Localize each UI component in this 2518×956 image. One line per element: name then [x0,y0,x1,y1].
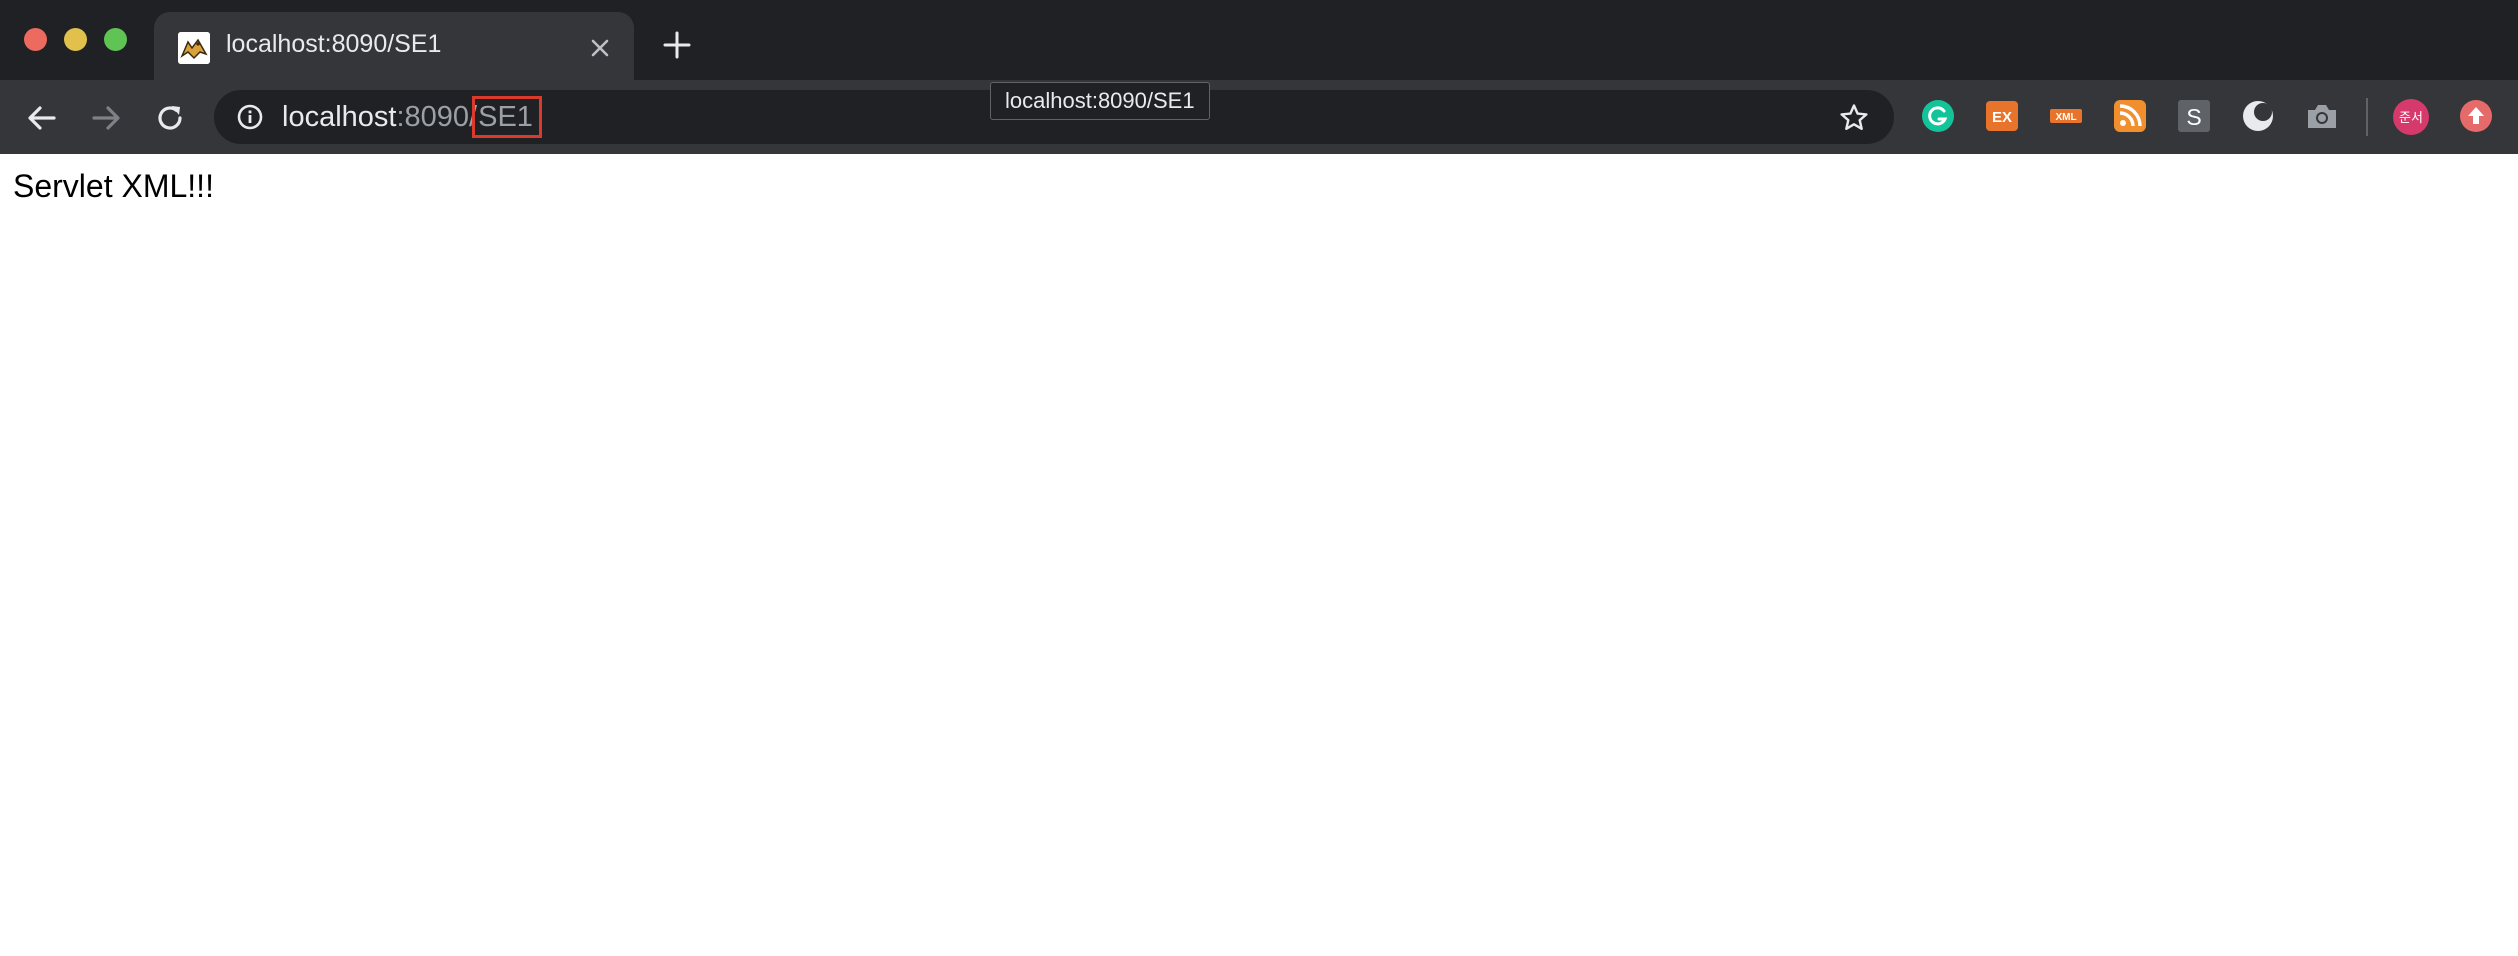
window-maximize-button[interactable] [104,28,127,51]
ex-extension-label: EX [1992,109,2012,126]
s-extension-label: S [2186,104,2201,130]
url-host: localhost [282,101,397,133]
tomcat-icon [178,32,210,64]
browser-chrome: localhost:8090/SE1 localhost:8090/SE1 EX… [0,0,2518,154]
page-body-text: Servlet XML!!! [13,168,214,204]
toolbar: localhost:8090/SE1 EX XML S 준서 [0,80,2518,154]
s-extension-icon[interactable]: S [2176,98,2212,134]
ex-extension-icon[interactable]: EX [1984,98,2020,134]
tab-title: localhost:8090/SE1 [226,30,442,58]
url-port: :8090/ [396,101,478,133]
forward-button[interactable] [86,98,126,138]
tab-close-icon[interactable] [586,34,614,62]
tab-strip: localhost:8090/SE1 [0,0,2518,80]
profile-avatar[interactable]: 준서 [2392,98,2429,135]
window-minimize-button[interactable] [64,28,87,51]
camera-icon[interactable] [2304,98,2340,134]
rss-icon[interactable] [2112,98,2148,134]
toolbar-divider [2366,98,2368,136]
info-icon[interactable] [236,103,264,131]
moon-icon[interactable] [2240,98,2276,134]
arrow-right-icon [92,106,120,130]
xml-extension-icon[interactable]: XML [2048,98,2084,134]
reload-button[interactable] [150,98,190,138]
avatar-label: 준서 [2399,111,2423,126]
arrow-left-icon [28,106,56,130]
new-tab-plus-icon[interactable] [660,28,694,62]
url-tooltip: localhost:8090/SE1 [990,82,1210,120]
grammarly-extension-icon[interactable] [1920,98,1956,134]
url-path-highlight: SE1 [472,96,542,138]
reload-icon [158,106,182,130]
url-text[interactable]: localhost:8090/SE1 [282,96,542,138]
tab-active[interactable]: localhost:8090/SE1 [154,12,634,80]
xml-extension-label: XML [2055,112,2076,123]
upload-icon[interactable] [2458,98,2494,134]
bookmark-star-icon[interactable] [1838,102,1870,134]
back-button[interactable] [22,98,62,138]
window-close-button[interactable] [24,28,47,51]
page-content: Servlet XML!!! [0,154,2518,956]
